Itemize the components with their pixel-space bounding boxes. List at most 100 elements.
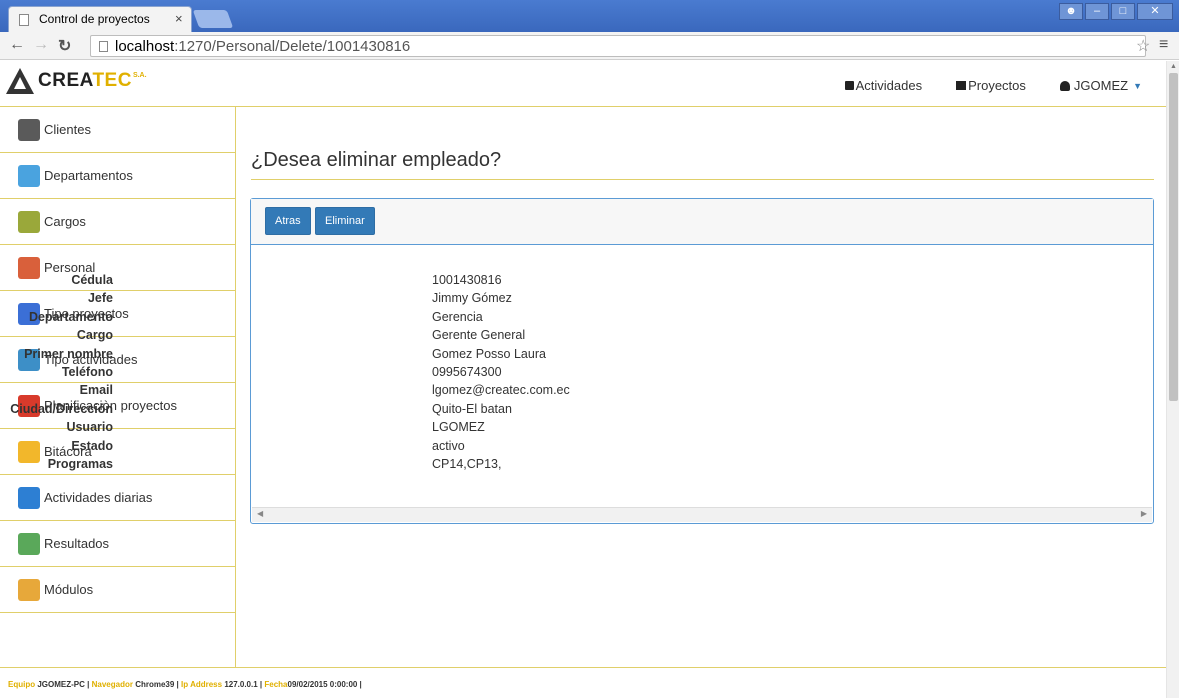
- detail-row: Departamento Gerencia: [29, 309, 851, 328]
- sidebar-item[interactable]: Personal: [0, 245, 235, 291]
- folder-icon: [956, 81, 967, 90]
- web-page: CREATEC S.A. Actividades Proyectos JGOME…: [0, 61, 1179, 698]
- user-icon: [1059, 80, 1070, 91]
- sidebar-item-label: Actividades diarias: [44, 490, 153, 505]
- forward-icon[interactable]: →: [33, 36, 49, 54]
- nav-proyectos-label: Proyectos: [968, 78, 1026, 93]
- top-navbar: CREATEC S.A. Actividades Proyectos JGOME…: [0, 61, 1172, 107]
- detail-value: LGOMEZ: [432, 420, 485, 435]
- close-window-button[interactable]: ✕: [1137, 3, 1173, 20]
- brand-suffix: S.A.: [132, 72, 147, 79]
- detail-label: Programas: [47, 457, 113, 471]
- detail-row: Estado activo: [71, 438, 851, 457]
- browser-tab[interactable]: Control de proyectos ×: [8, 6, 192, 32]
- logo-triangle-icon: [6, 68, 34, 94]
- detail-row: Primer nombre Gomez Posso Laura: [24, 346, 851, 365]
- detail-row: Ciudad/Dirección Quito-El batan: [10, 401, 851, 420]
- delete-button[interactable]: Eliminar: [315, 207, 375, 235]
- sidebar-item[interactable]: Departamentos: [0, 153, 235, 199]
- footer-ip-label: Ip Address: [181, 680, 223, 689]
- detail-label: Ciudad/Dirección: [10, 401, 113, 416]
- detail-row: Email lgomez@createc.com.ec: [80, 383, 851, 401]
- detail-value: Quito-El batan: [432, 401, 512, 416]
- sidebar-item[interactable]: Cargos: [0, 199, 235, 245]
- sidebar-item[interactable]: Actividades diarias: [0, 475, 235, 521]
- scroll-up-icon[interactable]: ▲: [1170, 63, 1177, 70]
- sidebar-item-label: Departamentos: [44, 168, 133, 183]
- nav-actividades[interactable]: Actividades: [844, 78, 923, 93]
- page-icon: [99, 41, 108, 52]
- minimize-button[interactable]: –: [1085, 3, 1109, 20]
- detail-value: 1001430816: [432, 273, 502, 287]
- title-divider: [251, 179, 1154, 180]
- menu-icon[interactable]: ≡: [1159, 36, 1168, 54]
- client-icon: [18, 118, 40, 141]
- footer-equipo-value: JGOMEZ-PC |: [37, 680, 90, 689]
- nav-actividades-label: Actividades: [855, 78, 923, 93]
- page-icon: [19, 14, 29, 26]
- new-tab-button[interactable]: [192, 10, 234, 28]
- detail-label: Usuario: [66, 420, 113, 435]
- maximize-button[interactable]: □: [1111, 3, 1135, 20]
- sidebar-item-label: Módulos: [44, 582, 94, 597]
- user-name: JGOMEZ: [1073, 78, 1129, 93]
- close-tab-icon[interactable]: ×: [175, 11, 183, 26]
- sidebar-item[interactable]: Clientes: [0, 107, 235, 153]
- detail-value: Gomez Posso Laura: [432, 346, 546, 361]
- detail-label: Departamento: [28, 309, 113, 324]
- user-profile-icon[interactable]: ☻: [1059, 3, 1083, 20]
- sidebar-item[interactable]: Módulos: [0, 567, 235, 613]
- url-input[interactable]: localhost:1270/Personal/Delete/100143081…: [90, 35, 1146, 57]
- back-icon[interactable]: ←: [9, 36, 25, 54]
- detail-row: Usuario LGOMEZ: [66, 420, 851, 438]
- url-text: localhost:1270/Personal/Delete/100143081…: [115, 38, 411, 55]
- detail-row: Programas CP14,CP13,: [48, 457, 851, 475]
- scroll-left-icon[interactable]: ◀: [257, 509, 263, 518]
- sidebar: Clientes Departamentos Cargos Personal Tipo …: [0, 107, 236, 667]
- sidebar-item[interactable]: Resultados: [0, 521, 235, 567]
- bookmark-star-icon[interactable]: ☆: [1136, 36, 1150, 56]
- detail-label: Cédula: [71, 273, 113, 287]
- footer-navegador-value: Chrome39 |: [135, 680, 179, 689]
- panel-toolbar: Atras Eliminar: [251, 199, 1153, 245]
- caret-down-icon: ▼: [1133, 80, 1142, 91]
- horizontal-scrollbar[interactable]: ◀ ▶: [252, 507, 1152, 522]
- house-icon: [18, 164, 40, 187]
- detail-label: Jefe: [87, 291, 113, 306]
- comment-icon: [844, 81, 854, 90]
- footer-navegador-label: Navegador: [91, 680, 133, 689]
- clipboard-icon: [18, 210, 40, 233]
- sidebar-item[interactable]: Bitácora: [0, 429, 235, 475]
- detail-row: Jefe Jimmy Gómez: [88, 291, 851, 309]
- nav-proyectos[interactable]: Proyectos: [956, 78, 1026, 93]
- footer-fecha-label: Fecha: [264, 680, 288, 689]
- folder-icon: [18, 440, 40, 463]
- scroll-thumb[interactable]: [1169, 73, 1178, 401]
- spreadsheet-icon: [18, 532, 40, 555]
- detail-label: Primer nombre: [24, 346, 113, 361]
- detail-row: Cédula 1001430816: [71, 273, 851, 291]
- sidebar-item-label: Resultados: [44, 536, 110, 551]
- detail-row: Teléfono 0995674300: [62, 365, 851, 383]
- detail-row: Cargo Gerente General: [77, 328, 851, 346]
- footer-fecha-value: 09/02/2015 0:00:00 |: [287, 680, 362, 689]
- detail-value: activo: [432, 438, 465, 453]
- brand-name: CREATEC: [38, 70, 132, 91]
- detail-label: Cargo: [76, 328, 113, 343]
- pencil-icon: [18, 578, 40, 601]
- vertical-scrollbar[interactable]: ▲: [1166, 61, 1179, 698]
- sidebar-item-label: Cargos: [44, 214, 86, 229]
- back-button[interactable]: Atras: [265, 207, 311, 235]
- reload-icon[interactable]: ↻: [58, 36, 71, 56]
- address-bar-row: ← → ↻ localhost:1270/Personal/Delete/100…: [0, 32, 1179, 60]
- detail-value: lgomez@createc.com.ec: [432, 383, 570, 398]
- user-menu[interactable]: JGOMEZ ▼: [1059, 78, 1142, 93]
- sidebar-item-label: Clientes: [44, 122, 91, 137]
- tab-title: Control de proyectos: [39, 12, 150, 26]
- brand-logo[interactable]: CREATEC S.A.: [6, 66, 147, 96]
- footer-equipo-label: Equipo: [8, 680, 36, 689]
- detail-label: Estado: [71, 438, 113, 453]
- scroll-right-icon[interactable]: ▶: [1141, 509, 1147, 518]
- team-icon: [18, 486, 40, 509]
- detail-value: Gerencia: [432, 309, 483, 324]
